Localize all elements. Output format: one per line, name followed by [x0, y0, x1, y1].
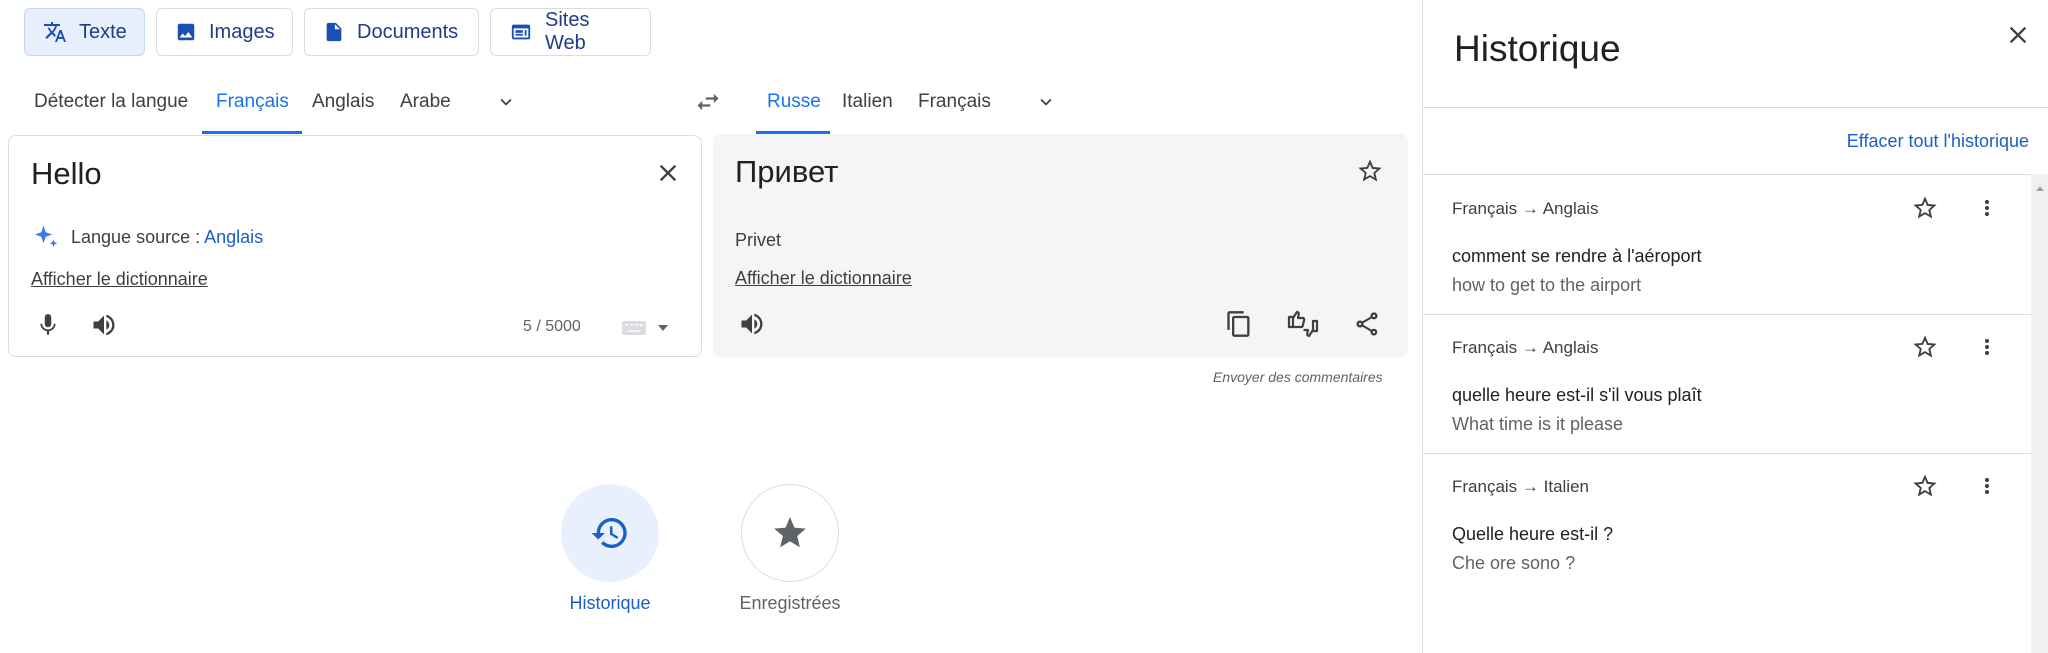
history-item-source: Quelle heure est-il ? [1452, 524, 1614, 544]
save-translation-button[interactable] [1351, 152, 1389, 190]
more-vert-icon [1975, 472, 1999, 500]
close-history-button[interactable] [1999, 16, 2037, 54]
star-filled-icon [771, 514, 809, 552]
keyboard-icon [621, 318, 647, 338]
detected-language-link[interactable]: Anglais [204, 227, 263, 248]
clear-source-button[interactable] [649, 154, 687, 192]
copy-icon [1225, 310, 1253, 338]
share-button[interactable] [1349, 306, 1385, 342]
detected-language-prefix: Langue source : [71, 226, 201, 247]
history-item-target: how to get to the airport [1452, 275, 1642, 295]
tab-texte[interactable]: Texte [24, 8, 145, 56]
target-lang-italien[interactable]: Italien [842, 91, 893, 113]
chevron-down-icon [1035, 91, 1057, 113]
chevron-down-icon [495, 91, 517, 113]
history-button-label: Historique [569, 593, 651, 613]
history-item-languages: Français → Italien [1452, 477, 1589, 496]
history-item[interactable]: Français → Anglais comment se rendre à l… [1423, 174, 2031, 314]
target-lang-russe[interactable]: Russe [767, 91, 821, 113]
history-panel-title: Historique [1454, 28, 1621, 69]
target-panel: Привет Privet Afficher le dictionnaire [713, 134, 1408, 357]
star-outline-icon [1356, 157, 1384, 185]
source-lang-more-button[interactable] [490, 88, 522, 116]
lang-detect[interactable]: Détecter la langue [34, 91, 188, 113]
swap-icon [694, 88, 722, 116]
history-item[interactable]: Français → Italien Quelle heure est-il ?… [1423, 453, 2031, 593]
document-icon [323, 20, 345, 44]
history-item-menu-button[interactable] [1972, 469, 2002, 503]
history-item-menu-button[interactable] [1972, 191, 2002, 225]
send-feedback-link[interactable]: Envoyer des commentaires [1213, 369, 1383, 385]
tab-images[interactable]: Images [156, 8, 293, 56]
caret-down-icon [657, 323, 669, 333]
source-lang-arabe[interactable]: Arabe [400, 91, 451, 113]
sparkle-icon [31, 222, 61, 252]
speaker-icon [90, 311, 118, 339]
saved-button-label: Enregistrées [739, 593, 841, 613]
website-icon [509, 21, 533, 43]
history-button[interactable] [561, 484, 659, 582]
source-lang-anglais[interactable]: Anglais [312, 91, 374, 113]
history-header-divider [1423, 107, 2048, 108]
thumbs-up-down-icon [1287, 309, 1319, 339]
tab-documents-label: Documents [357, 20, 459, 43]
source-panel: Hello Langue source : Anglais Afficher l… [8, 135, 702, 357]
star-outline-icon [1911, 194, 1939, 222]
history-scrollbar[interactable] [2031, 174, 2048, 653]
microphone-icon [35, 312, 61, 338]
source-lang-francais[interactable]: Français [216, 91, 289, 113]
rate-translation-button[interactable] [1283, 306, 1323, 342]
tab-images-label: Images [209, 20, 275, 43]
tab-sites-web[interactable]: Sites Web [490, 8, 651, 56]
tab-sites-web-label: Sites Web [545, 9, 590, 54]
star-outline-icon [1911, 333, 1939, 361]
history-item-source: quelle heure est-il s'il vous plaît [1452, 385, 1702, 405]
saved-button[interactable] [741, 484, 839, 582]
speaker-icon [738, 310, 766, 338]
close-icon [654, 159, 682, 187]
tab-documents[interactable]: Documents [304, 8, 479, 56]
share-icon [1353, 310, 1381, 338]
microphone-button[interactable] [31, 308, 65, 342]
tab-texte-label: Texte [79, 20, 127, 43]
history-item-target: What time is it please [1452, 414, 1624, 434]
history-item-languages: Français → Anglais [1452, 338, 1599, 357]
target-lang-more-button[interactable] [1030, 88, 1062, 116]
translate-icon [43, 20, 67, 44]
star-outline-icon [1911, 472, 1939, 500]
target-listen-button[interactable] [735, 307, 769, 341]
more-vert-icon [1975, 194, 1999, 222]
history-panel: Historique Effacer tout l'historique Fra… [1422, 0, 2048, 653]
source-text[interactable]: Hello [31, 156, 102, 192]
close-icon [2004, 21, 2032, 49]
character-count: 5 / 5000 [523, 318, 581, 335]
keyboard-button[interactable] [615, 314, 675, 342]
clear-all-history-link[interactable]: Effacer tout l'historique [1847, 131, 2029, 152]
history-item-target: Che ore sono ? [1452, 553, 1576, 573]
target-lang-francais[interactable]: Français [918, 91, 991, 113]
target-dictionary-link[interactable]: Afficher le dictionnaire [735, 268, 912, 289]
history-item-menu-button[interactable] [1972, 330, 2002, 364]
source-listen-button[interactable] [87, 308, 121, 342]
swap-languages-button[interactable] [690, 84, 726, 120]
history-item-languages: Français → Anglais [1452, 199, 1599, 218]
copy-button[interactable] [1221, 306, 1257, 342]
history-item-save-button[interactable] [1908, 191, 1942, 225]
history-item-source: comment se rendre à l'aéroport [1452, 246, 1702, 266]
history-item-save-button[interactable] [1908, 330, 1942, 364]
transliteration: Privet [735, 230, 782, 250]
source-lang-underline [202, 131, 302, 134]
history-item[interactable]: Français → Anglais quelle heure est-il s… [1423, 314, 2031, 453]
target-text: Привет [735, 154, 839, 189]
image-icon [175, 21, 197, 43]
detected-language: Langue source : Anglais [31, 222, 263, 252]
more-vert-icon [1975, 333, 1999, 361]
source-dictionary-link[interactable]: Afficher le dictionnaire [31, 269, 208, 290]
history-icon [590, 513, 630, 553]
history-item-save-button[interactable] [1908, 469, 1942, 503]
